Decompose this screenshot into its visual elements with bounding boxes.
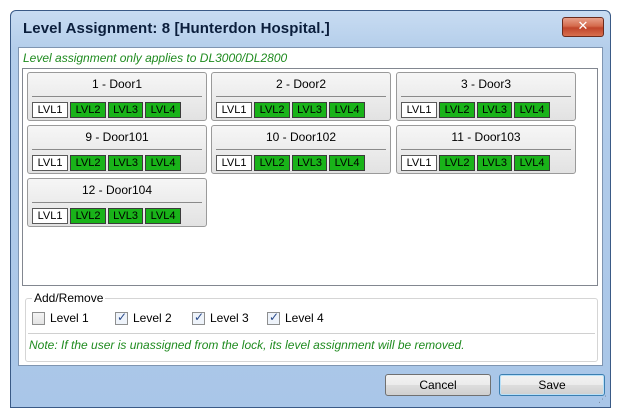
level-1-toggle[interactable]: LVL1: [32, 102, 68, 118]
checkmark-icon: ✓: [117, 310, 128, 324]
door-divider: [401, 96, 571, 97]
applies-note: Level assignment only applies to DL3000/…: [23, 51, 288, 65]
door-card: 11 - Door103 LVL1 LVL2 LVL3 LVL4: [396, 125, 576, 174]
level-1-toggle[interactable]: LVL1: [216, 155, 252, 171]
group-divider: [28, 333, 595, 334]
checkmark-icon: ✓: [194, 310, 205, 324]
level-3-toggle[interactable]: LVL3: [108, 155, 143, 171]
level-4-label: Level 4: [285, 311, 324, 325]
door-card: 3 - Door3 LVL1 LVL2 LVL3 LVL4: [396, 72, 576, 121]
close-icon: ✕: [577, 19, 589, 34]
resize-grip-icon[interactable]: ⋰: [598, 395, 608, 405]
level-3-label: Level 3: [210, 311, 249, 325]
level-1-label: Level 1: [50, 311, 89, 325]
level-1-checkbox-box[interactable]: [32, 312, 45, 325]
level-4-toggle[interactable]: LVL4: [145, 208, 181, 224]
close-button[interactable]: ✕: [562, 17, 604, 37]
level-1-toggle[interactable]: LVL1: [401, 102, 437, 118]
dialog-body: Level assignment only applies to DL3000/…: [18, 47, 603, 366]
level-3-toggle[interactable]: LVL3: [108, 208, 143, 224]
level-2-checkbox-box[interactable]: ✓: [115, 310, 128, 325]
level-4-toggle[interactable]: LVL4: [514, 102, 550, 118]
level-1-toggle[interactable]: LVL1: [32, 155, 68, 171]
door-divider: [32, 96, 202, 97]
level-2-toggle[interactable]: LVL2: [254, 102, 290, 118]
door-card: 10 - Door102 LVL1 LVL2 LVL3 LVL4: [211, 125, 391, 174]
level-4-checkbox-box[interactable]: ✓: [267, 310, 280, 325]
checkmark-icon: ✓: [269, 310, 280, 324]
unassign-note: Note: If the user is unassigned from the…: [29, 338, 465, 352]
level-2-toggle[interactable]: LVL2: [70, 102, 106, 118]
level-2-toggle[interactable]: LVL2: [70, 208, 106, 224]
door-divider: [401, 149, 571, 150]
level-3-toggle[interactable]: LVL3: [108, 102, 143, 118]
level-3-toggle[interactable]: LVL3: [477, 102, 512, 118]
door-name: 1 - Door1: [91, 77, 143, 91]
level-2-toggle[interactable]: LVL2: [439, 102, 475, 118]
level-3-checkbox-box[interactable]: ✓: [192, 310, 205, 325]
level-2-label: Level 2: [133, 311, 172, 325]
door-name: 10 - Door102: [265, 130, 337, 144]
window-title: Level Assignment: 8 [Hunterdon Hospital.…: [23, 20, 330, 37]
door-divider: [32, 149, 202, 150]
level-assignment-dialog: Level Assignment: 8 [Hunterdon Hospital.…: [10, 10, 611, 408]
level-4-toggle[interactable]: LVL4: [514, 155, 550, 171]
level-1-toggle[interactable]: LVL1: [32, 208, 68, 224]
level-4-toggle[interactable]: LVL4: [145, 155, 181, 171]
door-name: 11 - Door103: [451, 130, 521, 144]
level-2-toggle[interactable]: LVL2: [439, 155, 475, 171]
door-card: 2 - Door2 LVL1 LVL2 LVL3 LVL4: [211, 72, 391, 121]
level-1-toggle[interactable]: LVL1: [401, 155, 437, 171]
level-2-toggle[interactable]: LVL2: [254, 155, 290, 171]
door-card: 9 - Door101 LVL1 LVL2 LVL3 LVL4: [27, 125, 207, 174]
door-name: 3 - Door3: [460, 77, 512, 91]
level-3-toggle[interactable]: LVL3: [292, 102, 327, 118]
door-divider: [216, 96, 386, 97]
add-remove-label: Add/Remove: [32, 291, 106, 305]
level-2-toggle[interactable]: LVL2: [70, 155, 106, 171]
door-card: 1 - Door1 LVL1 LVL2 LVL3 LVL4: [27, 72, 207, 121]
level-4-toggle[interactable]: LVL4: [329, 155, 365, 171]
door-list[interactable]: 1 - Door1 LVL1 LVL2 LVL3 LVL4 2 - Door2 LVL1 LV…: [22, 68, 598, 286]
cancel-button[interactable]: Cancel: [385, 374, 491, 396]
level-4-toggle[interactable]: LVL4: [329, 102, 365, 118]
door-divider: [32, 202, 202, 203]
door-name: 2 - Door2: [275, 77, 327, 91]
door-card: 12 - Door104 LVL1 LVL2 LVL3 LVL4: [27, 178, 207, 227]
door-name: 9 - Door101: [85, 130, 149, 144]
save-button[interactable]: Save: [499, 374, 605, 396]
level-3-toggle[interactable]: LVL3: [292, 155, 327, 171]
level-1-toggle[interactable]: LVL1: [216, 102, 252, 118]
level-3-toggle[interactable]: LVL3: [477, 155, 512, 171]
level-4-toggle[interactable]: LVL4: [145, 102, 181, 118]
add-remove-group: Add/Remove Level 1 ✓ Level 2 ✓ Level 3 ✓…: [25, 291, 598, 362]
door-name: 12 - Door104: [81, 183, 153, 197]
title-bar[interactable]: Level Assignment: 8 [Hunterdon Hospital.…: [11, 11, 610, 47]
door-divider: [216, 149, 386, 150]
